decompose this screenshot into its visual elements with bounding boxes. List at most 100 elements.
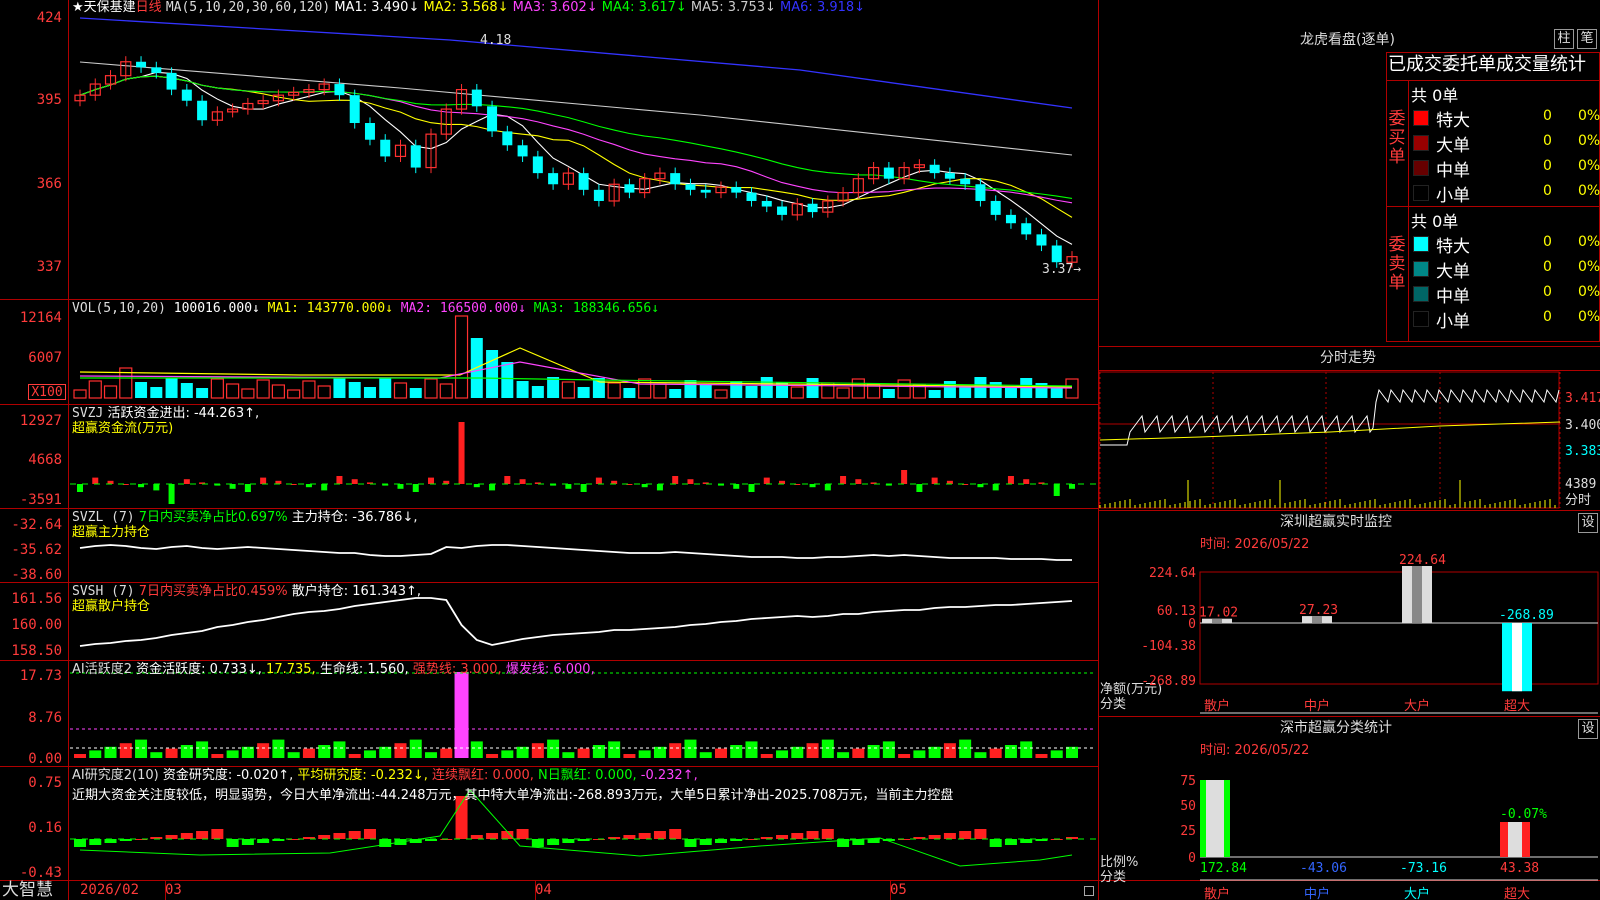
ma5-line	[79, 71, 1073, 245]
volume-bar	[439, 383, 453, 399]
sz-classify-ylabel: 比例%	[1100, 855, 1139, 870]
sz-classify-settings-button[interactable]: 设	[1578, 719, 1598, 739]
candle-down	[685, 184, 696, 190]
fundflow-bar	[595, 477, 602, 484]
activity-bar	[608, 741, 621, 758]
sz-classify-title: 深市超赢分类统计	[1280, 720, 1392, 736]
fundflow-bar	[1023, 479, 1030, 484]
candle-down	[166, 72, 177, 90]
y-tick: 12164	[19, 310, 62, 326]
ma120-line	[79, 17, 1073, 109]
fundflow-bar	[1007, 476, 1014, 484]
research-bar	[806, 831, 819, 839]
buy-row-pct: 0%	[1578, 133, 1600, 149]
candle-down	[364, 123, 375, 140]
y-tick: 424	[36, 10, 62, 26]
activity-bar	[211, 754, 224, 758]
activity-bar	[257, 743, 270, 758]
svzj-subtitle: 超赢资金流(万元)	[72, 421, 174, 436]
y-tick: 8.76	[28, 710, 62, 726]
stock-name: 天保基建	[83, 0, 136, 15]
candle-down	[929, 164, 940, 174]
volume-bar	[226, 383, 240, 399]
volume-bar	[317, 385, 331, 399]
buy-row-label: 大单	[1436, 136, 1470, 156]
monitor-category: 散户	[1204, 698, 1230, 714]
volume-bar	[760, 377, 773, 398]
activity-bar	[882, 741, 895, 758]
fundflow-bar	[229, 484, 236, 489]
y-tick: -32.64	[11, 517, 62, 533]
activity-bar	[699, 752, 712, 758]
research-bar	[486, 833, 499, 839]
candle-down	[990, 200, 1001, 215]
activity-bar	[302, 748, 315, 758]
fundflow-bar	[92, 477, 99, 484]
activity-bar	[989, 748, 1002, 758]
classify-bar-shine	[1508, 822, 1522, 857]
classify-bar	[1200, 780, 1230, 857]
research-bar	[196, 831, 209, 839]
volume-bar	[943, 381, 956, 398]
activity-bar	[333, 741, 346, 758]
ma-value-1: MA1: 3.490↓	[334, 0, 420, 15]
activity-bar	[135, 739, 148, 758]
volume-bar	[1004, 387, 1017, 398]
volume-bar	[165, 378, 178, 398]
brand-logo: 大智慧	[2, 880, 53, 900]
intraday-price-line	[1100, 388, 1560, 446]
fundflow-bar	[260, 477, 267, 484]
candle-down	[670, 173, 681, 185]
monitor-bar-shine	[1512, 623, 1522, 692]
classify-value: -43.06	[1300, 861, 1347, 876]
candle-down	[197, 100, 208, 121]
sz-monitor-title: 深圳超赢实时监控	[1280, 514, 1392, 530]
sz-monitor-settings-button[interactable]: 设	[1578, 513, 1598, 533]
lock-icon[interactable]	[1084, 886, 1094, 896]
research-bar	[363, 829, 376, 839]
candle-down	[1036, 234, 1047, 246]
y-tick: 6007	[28, 350, 62, 366]
ma-value-6: MA6: 3.918↓	[775, 0, 866, 15]
classify-y-tick: 0	[1188, 851, 1196, 866]
classify-category: 中户	[1304, 886, 1330, 900]
volume-bar	[851, 378, 865, 399]
volume-bar	[1050, 388, 1063, 398]
bar-mode-button[interactable]: 柱	[1554, 29, 1574, 49]
candle-down	[761, 200, 772, 207]
buy-color-swatch	[1413, 160, 1429, 176]
candle-down	[1051, 245, 1062, 263]
svsh-header: SVSH (7) 7日内买卖净占比0.459% 散户持仓: 161.343↑,	[72, 584, 422, 599]
vol-ma-value-3: MA3: 188346.656↓	[525, 301, 660, 316]
fundflow-bar	[580, 484, 587, 492]
period-label[interactable]: 日线	[136, 0, 162, 15]
svzl-subtitle: 超赢主力持仓	[72, 525, 151, 540]
activity-bar	[577, 748, 590, 758]
activity-bar	[898, 754, 911, 758]
activity-bar	[684, 739, 697, 758]
fundflow-bar	[336, 476, 343, 484]
activity-bar	[226, 750, 239, 758]
buy-row-value: 0	[1543, 183, 1552, 199]
volume-bar	[73, 389, 87, 399]
classify-category: 大户	[1404, 886, 1430, 900]
tick-mode-button[interactable]: 笔	[1577, 29, 1597, 49]
activity-bar	[974, 752, 987, 758]
sell-row-value: 0	[1543, 259, 1552, 275]
buy-row-label: 小单	[1436, 186, 1470, 206]
activity-bar	[318, 745, 331, 758]
activity-bar	[409, 739, 422, 758]
favorite-star-icon[interactable]: ★	[72, 0, 84, 15]
vol-unit-badge[interactable]: X100	[28, 384, 66, 400]
research-bar	[1004, 839, 1017, 845]
activity-bar	[531, 743, 544, 758]
kline-chart[interactable]	[0, 0, 1098, 900]
volume-bar	[561, 381, 575, 399]
research-bar	[89, 839, 102, 845]
research-bar	[776, 835, 789, 839]
volume-bar	[669, 389, 682, 398]
monitor-bar-label: 224.64	[1399, 553, 1446, 568]
fundflow-bar	[77, 484, 83, 492]
sell-color-swatch	[1413, 261, 1429, 277]
activity-bar	[959, 739, 972, 758]
